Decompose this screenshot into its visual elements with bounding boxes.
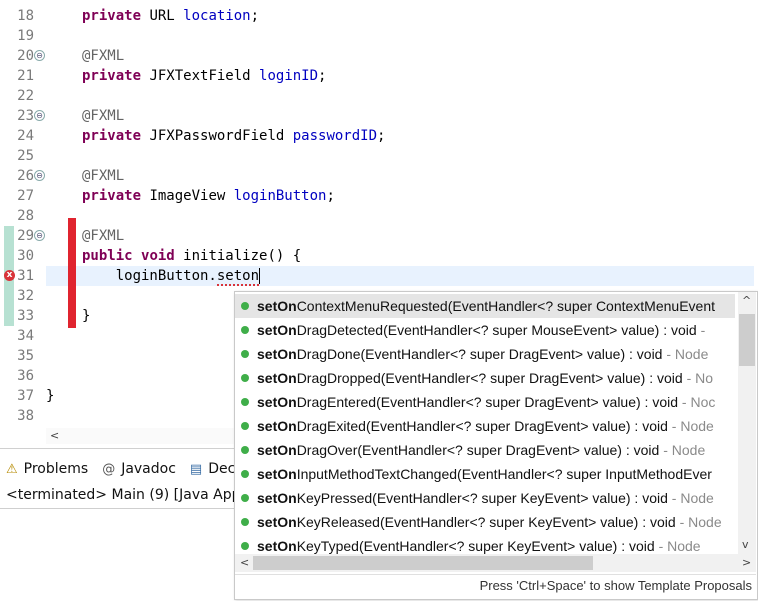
code-line-33: } bbox=[82, 308, 91, 324]
line-number-gutter: x 18 19 20 21 22 23 24 25 26 27 28 29 30… bbox=[0, 0, 46, 428]
scroll-left-icon[interactable]: < bbox=[50, 429, 59, 442]
content-assist-popup[interactable]: setOnContextMenuRequested(EventHandler<?… bbox=[234, 291, 758, 600]
problems-icon: ⚠ bbox=[6, 461, 18, 477]
popup-status-footer: Press 'Ctrl+Space' to show Template Prop… bbox=[235, 574, 756, 598]
public-method-icon bbox=[241, 518, 249, 526]
proposal-item[interactable]: setOnKeyReleased(EventHandler<? super Ke… bbox=[235, 510, 735, 534]
fold-toggle-icon[interactable]: ⊖ bbox=[34, 110, 45, 121]
panel-divider bbox=[0, 508, 240, 509]
proposal-item[interactable]: setOnContextMenuRequested(EventHandler<?… bbox=[235, 294, 735, 318]
line-number: 33 bbox=[17, 308, 34, 324]
tab-problems[interactable]: ⚠ Problems bbox=[0, 457, 96, 481]
line-number: 28 bbox=[17, 208, 34, 224]
error-underline: seton bbox=[216, 268, 260, 286]
line-number: 27 bbox=[17, 188, 34, 204]
code-line-31[interactable]: loginButton.seton bbox=[82, 266, 261, 286]
declaration-icon: ▤ bbox=[189, 461, 203, 477]
line-number: 38 bbox=[17, 408, 34, 424]
line-number: 20 bbox=[17, 48, 34, 64]
fold-toggle-icon[interactable]: ⊖ bbox=[34, 230, 45, 241]
proposal-vertical-scrollbar[interactable]: ^ v bbox=[738, 292, 756, 554]
tab-javadoc[interactable]: @ Javadoc bbox=[96, 457, 184, 481]
fold-toggle-icon[interactable]: ⊖ bbox=[34, 170, 45, 181]
line-number: 37 bbox=[17, 388, 34, 404]
line-number: 29 bbox=[17, 228, 34, 244]
proposal-item[interactable]: setOnDragExited(EventHandler<? super Dra… bbox=[235, 414, 735, 438]
code-line-18: private URL location; bbox=[82, 8, 260, 24]
line-number: 30 bbox=[17, 248, 34, 264]
line-number: 21 bbox=[17, 68, 34, 84]
console-status-text: <terminated> Main (9) [Java Appli bbox=[6, 487, 249, 503]
code-line-21: private JFXTextField loginID; bbox=[82, 68, 327, 84]
line-number: 25 bbox=[17, 148, 34, 164]
range-indicator bbox=[68, 218, 76, 328]
tab-label: Javadoc bbox=[121, 461, 176, 477]
proposal-item[interactable]: setOnInputMethodTextChanged(EventHandler… bbox=[235, 462, 735, 486]
scroll-down-icon[interactable]: v bbox=[742, 538, 749, 551]
line-number: 32 bbox=[17, 288, 34, 304]
javadoc-icon: @ bbox=[102, 461, 116, 477]
public-method-icon bbox=[241, 326, 249, 334]
proposal-horizontal-scrollbar[interactable]: < > bbox=[235, 554, 756, 572]
line-number: 26 bbox=[17, 168, 34, 184]
scroll-up-icon[interactable]: ^ bbox=[742, 294, 751, 307]
public-method-icon bbox=[241, 374, 249, 382]
proposal-item[interactable]: setOnDragDropped(EventHandler<? super Dr… bbox=[235, 366, 735, 390]
code-line-37: } bbox=[46, 388, 55, 404]
proposal-item[interactable]: setOnKeyTyped(EventHandler<? super KeyEv… bbox=[235, 534, 735, 554]
public-method-icon bbox=[241, 494, 249, 502]
public-method-icon bbox=[241, 350, 249, 358]
proposal-item[interactable]: setOnDragOver(EventHandler<? super DragE… bbox=[235, 438, 735, 462]
line-number: 19 bbox=[17, 28, 34, 44]
proposal-item[interactable]: setOnDragDone(EventHandler<? super DragE… bbox=[235, 342, 735, 366]
panel-tabs: ⚠ Problems @ Javadoc ▤ Decla bbox=[0, 457, 256, 481]
proposal-list[interactable]: setOnContextMenuRequested(EventHandler<?… bbox=[235, 292, 735, 554]
proposal-item[interactable]: setOnKeyPressed(EventHandler<? super Key… bbox=[235, 486, 735, 510]
public-method-icon bbox=[241, 470, 249, 478]
line-number: 31 bbox=[17, 268, 34, 284]
proposal-item[interactable]: setOnDragDetected(EventHandler<? super M… bbox=[235, 318, 735, 342]
public-method-icon bbox=[241, 398, 249, 406]
line-number: 34 bbox=[17, 328, 34, 344]
code-line-26: @FXML bbox=[82, 168, 125, 184]
line-number: 22 bbox=[17, 88, 34, 104]
scrollbar-thumb[interactable] bbox=[253, 556, 593, 570]
code-line-30: public void initialize() { bbox=[82, 248, 302, 264]
line-number: 18 bbox=[17, 8, 34, 24]
line-number: 24 bbox=[17, 128, 34, 144]
fold-toggle-icon[interactable]: ⊖ bbox=[34, 50, 45, 61]
code-line-27: private ImageView loginButton; bbox=[82, 188, 335, 204]
tab-label: Problems bbox=[23, 461, 89, 477]
line-number: 36 bbox=[17, 368, 34, 384]
line-number: 35 bbox=[17, 348, 34, 364]
scroll-right-icon[interactable]: > bbox=[742, 556, 751, 569]
line-number: 23 bbox=[17, 108, 34, 124]
public-method-icon bbox=[241, 542, 249, 550]
public-method-icon bbox=[241, 422, 249, 430]
public-method-icon bbox=[241, 446, 249, 454]
code-line-20: @FXML bbox=[82, 48, 125, 64]
code-line-24: private JFXPasswordField passwordID; bbox=[82, 128, 386, 144]
code-line-29: @FXML bbox=[82, 228, 125, 244]
code-line-23: @FXML bbox=[82, 108, 125, 124]
public-method-icon bbox=[241, 302, 249, 310]
editor-horizontal-scrollbar[interactable]: < bbox=[46, 428, 236, 444]
scroll-left-icon[interactable]: < bbox=[240, 556, 249, 569]
scrollbar-thumb[interactable] bbox=[739, 314, 755, 366]
proposal-item[interactable]: setOnDragEntered(EventHandler<? super Dr… bbox=[235, 390, 735, 414]
